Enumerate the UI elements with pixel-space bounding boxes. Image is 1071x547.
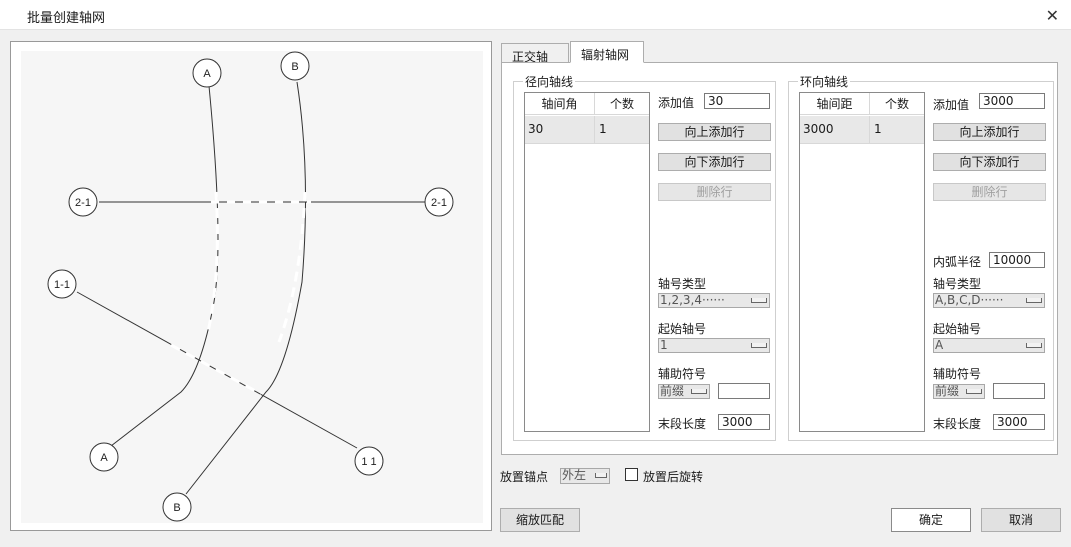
radial-add-value-label: 添加值 <box>658 96 695 110</box>
ring-add-value-label: 添加值 <box>933 98 970 112</box>
radial-table[interactable]: 轴间角 个数 30 1 <box>524 92 650 432</box>
anchor-select[interactable]: 外左 <box>560 468 610 484</box>
radial-col-count: 个数 <box>595 93 649 115</box>
radial-axis-type-value: 1,2,3,4······ <box>660 293 725 307</box>
radial-start-select[interactable]: 1 <box>658 338 770 353</box>
zoom-fit-button[interactable]: 缩放匹配 <box>500 508 580 532</box>
ring-aux-value: 前缀 <box>935 384 960 398</box>
ring-axis-type-value: A,B,C,D······ <box>935 293 1004 307</box>
radial-axis-type-label: 轴号类型 <box>658 277 707 291</box>
label-1-1-right: 1 1 <box>361 456 376 468</box>
radial-aux-label: 辅助符号 <box>658 367 707 381</box>
radial-axes-group: 径向轴线 轴间角 个数 30 1 添加值 30 向上添加行 向下添加行 删除行 … <box>513 73 776 441</box>
ring-aux-select[interactable]: 前缀 <box>933 384 985 399</box>
radial-aux-select[interactable]: 前缀 <box>658 384 710 399</box>
ring-inner-radius-input[interactable]: 10000 <box>989 252 1045 268</box>
dropdown-arrow-icon <box>1026 298 1042 303</box>
close-icon[interactable]: ✕ <box>1046 6 1059 25</box>
radial-row-count[interactable]: 1 <box>595 116 649 144</box>
ring-end-length-input[interactable]: 3000 <box>993 414 1045 430</box>
ring-group-legend: 环向轴线 <box>798 73 851 90</box>
ring-row-spacing[interactable]: 3000 <box>800 116 870 144</box>
dropdown-arrow-icon <box>966 389 982 394</box>
radial-add-value-input[interactable]: 30 <box>704 93 770 109</box>
label-a-top: A <box>203 68 211 80</box>
ring-aux-input[interactable] <box>993 383 1045 399</box>
ok-button[interactable]: 确定 <box>891 508 971 532</box>
dropdown-arrow-icon <box>595 473 607 478</box>
ring-row-count[interactable]: 1 <box>870 116 924 144</box>
arc-dash-a <box>206 191 219 333</box>
rotate-label: 放置后旋转 <box>643 470 704 484</box>
ring-aux-label: 辅助符号 <box>933 367 982 381</box>
ring-table[interactable]: 轴间距 个数 3000 1 <box>799 92 925 432</box>
anchor-label: 放置锚点 <box>500 470 549 484</box>
arc-line-a <box>110 85 219 447</box>
ring-add-above-button[interactable]: 向上添加行 <box>933 123 1046 141</box>
radial-end-length-input[interactable]: 3000 <box>718 414 770 430</box>
ring-end-length-label: 末段长度 <box>933 417 982 431</box>
dropdown-arrow-icon <box>751 298 767 303</box>
radial-delete-row-button[interactable]: 删除行 <box>658 183 771 201</box>
window-title: 批量创建轴网 <box>27 11 106 26</box>
arc-dash-b <box>277 191 307 343</box>
rotate-checkbox[interactable] <box>625 468 638 481</box>
table-row[interactable]: 3000 1 <box>800 116 924 144</box>
radial-start-label: 起始轴号 <box>658 322 707 336</box>
ring-start-label: 起始轴号 <box>933 322 982 336</box>
radial-col-angle: 轴间角 <box>525 93 595 115</box>
radial-start-value: 1 <box>660 338 668 352</box>
ring-axis-type-select[interactable]: A,B,C,D······ <box>933 293 1045 308</box>
preview-panel: A B 2-1 2-1 1-1 A 1 1 B <box>10 41 492 531</box>
ring-col-spacing: 轴间距 <box>800 93 870 115</box>
label-1-1-left: 1-1 <box>54 279 70 291</box>
label-b-bottom: B <box>173 502 180 514</box>
title-bar: 批量创建轴网 ✕ <box>0 0 1071 30</box>
radial-add-below-button[interactable]: 向下添加行 <box>658 153 771 171</box>
radial-aux-input[interactable] <box>718 383 770 399</box>
label-2-1-left: 2-1 <box>75 197 91 209</box>
radial-end-length-label: 末段长度 <box>658 417 707 431</box>
grid-preview-drawing: A B 2-1 2-1 1-1 A 1 1 B <box>47 51 454 522</box>
ring-add-below-button[interactable]: 向下添加行 <box>933 153 1046 171</box>
ring-delete-row-button[interactable]: 删除行 <box>933 183 1046 201</box>
cancel-button[interactable]: 取消 <box>981 508 1061 532</box>
anchor-value: 外左 <box>562 468 587 482</box>
ring-axes-group: 环向轴线 轴间距 个数 3000 1 添加值 3000 向上添加行 向下添加行 … <box>788 73 1054 441</box>
ring-start-value: A <box>935 338 944 352</box>
table-row[interactable]: 30 1 <box>525 116 649 144</box>
label-a-bottom: A <box>100 452 108 464</box>
arc-line-b <box>185 81 307 495</box>
dropdown-arrow-icon <box>691 389 707 394</box>
radial-axis-type-select[interactable]: 1,2,3,4······ <box>658 293 770 308</box>
ring-inner-radius-label: 内弧半径 <box>933 255 982 269</box>
radial-row-angle[interactable]: 30 <box>525 116 595 144</box>
dropdown-arrow-icon <box>1026 343 1042 348</box>
tab-orthogonal[interactable]: 正交轴网 <box>501 43 569 81</box>
ring-axis-type-label: 轴号类型 <box>933 277 982 291</box>
dropdown-arrow-icon <box>751 343 767 348</box>
ring-col-count: 个数 <box>870 93 924 115</box>
tab-radial[interactable]: 辐射轴网 <box>570 41 644 63</box>
radial-add-above-button[interactable]: 向上添加行 <box>658 123 771 141</box>
label-2-1-right: 2-1 <box>431 197 447 209</box>
ring-start-select[interactable]: A <box>933 338 1045 353</box>
radial-group-legend: 径向轴线 <box>523 73 576 90</box>
label-b-top: B <box>291 61 298 73</box>
ring-add-value-input[interactable]: 3000 <box>979 93 1045 109</box>
radial-tab-panel: 径向轴线 轴间角 个数 30 1 添加值 30 向上添加行 向下添加行 删除行 … <box>501 62 1058 455</box>
radial-aux-value: 前缀 <box>660 384 685 398</box>
